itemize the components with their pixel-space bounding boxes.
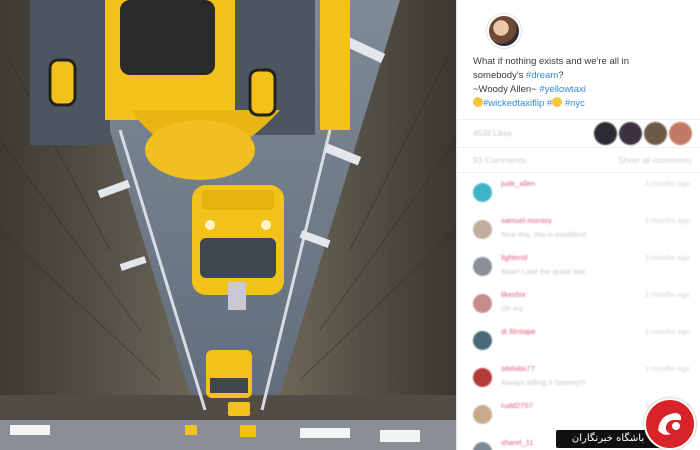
comment-text: Oh my	[501, 304, 524, 313]
liker-avatar[interactable]	[669, 122, 692, 145]
emoji-icon	[473, 97, 483, 107]
liker-avatar[interactable]	[594, 122, 617, 145]
show-all-comments-link[interactable]: Show all comments	[618, 155, 692, 165]
caption-text: somebody's	[473, 70, 527, 81]
comment-item: dr.filmtape 3 months ago	[457, 321, 700, 358]
profile-avatar[interactable]	[487, 14, 521, 48]
commenter-avatar[interactable]	[473, 183, 492, 202]
hashtag-symbol: #	[544, 98, 553, 109]
hashtag-dream[interactable]: #dream	[526, 70, 558, 81]
comment-item: samuel.montoy Nice this, this is excelle…	[457, 210, 700, 247]
comment-item: lightend Wow! Love the quote too! 3 mont…	[457, 247, 700, 284]
hashtag-yellowtaxi[interactable]: #yellowtaxi	[539, 84, 585, 95]
commenter-avatar[interactable]	[473, 442, 492, 450]
comment-item: jude_allen 3 months ago	[457, 173, 700, 210]
post-photo[interactable]	[0, 0, 456, 450]
commenter-avatar[interactable]	[473, 405, 492, 424]
post-header: What if nothing exists and we're all in …	[457, 0, 700, 120]
emoji-icon	[552, 97, 563, 107]
comment-item: sitelabs77 Always telling it Sammy!!! 3 …	[457, 358, 700, 395]
hashtag-nyc[interactable]: #nyc	[562, 98, 585, 109]
liker-avatar[interactable]	[644, 122, 667, 145]
commenter-avatar[interactable]	[473, 220, 492, 239]
hashtag-wickedtaxiflip[interactable]: #wickedtaxiflip	[483, 98, 544, 109]
comment-time: 3 months ago	[644, 327, 690, 336]
comment-time: 3 months ago	[644, 179, 690, 188]
commenter-avatar[interactable]	[473, 368, 492, 387]
comment-text: Nice this, this is excellent!	[501, 230, 587, 239]
post-caption: What if nothing exists and we're all in …	[473, 55, 684, 111]
comment-text: Wow! Love the quote too!	[501, 267, 586, 276]
caption-text: ~Woody Allen~	[473, 84, 540, 95]
comment-time: 3 months ago	[644, 290, 690, 299]
news-agency-watermark: باشگاه خبرنگاران	[556, 392, 696, 450]
likes-count[interactable]: 4538 Likes	[473, 129, 594, 138]
post-sidebar: What if nothing exists and we're all in …	[456, 0, 700, 450]
liker-avatar[interactable]	[619, 122, 642, 145]
comment-item: likeshix Oh my 3 months ago	[457, 284, 700, 321]
commenter-avatar[interactable]	[473, 294, 492, 313]
caption-text: ?	[558, 70, 564, 81]
comments-count: 93 Comments	[473, 155, 526, 165]
caption-line-1: What if nothing exists and we're all in	[473, 56, 630, 67]
comment-time: 3 months ago	[644, 216, 690, 225]
comment-time: 3 months ago	[644, 253, 690, 262]
comments-row: 93 Comments Show all comments	[457, 148, 700, 173]
likes-row: 4538 Likes	[457, 120, 700, 148]
comment-text: Always telling it Sammy!!!	[501, 378, 587, 387]
upside-down-taxi-image	[0, 0, 456, 450]
commenter-avatar[interactable]	[473, 331, 492, 350]
newspaper-logo-icon	[644, 398, 696, 450]
comment-time: 3 months ago	[644, 364, 690, 373]
likers-avatars	[594, 122, 692, 145]
commenter-avatar[interactable]	[473, 257, 492, 276]
